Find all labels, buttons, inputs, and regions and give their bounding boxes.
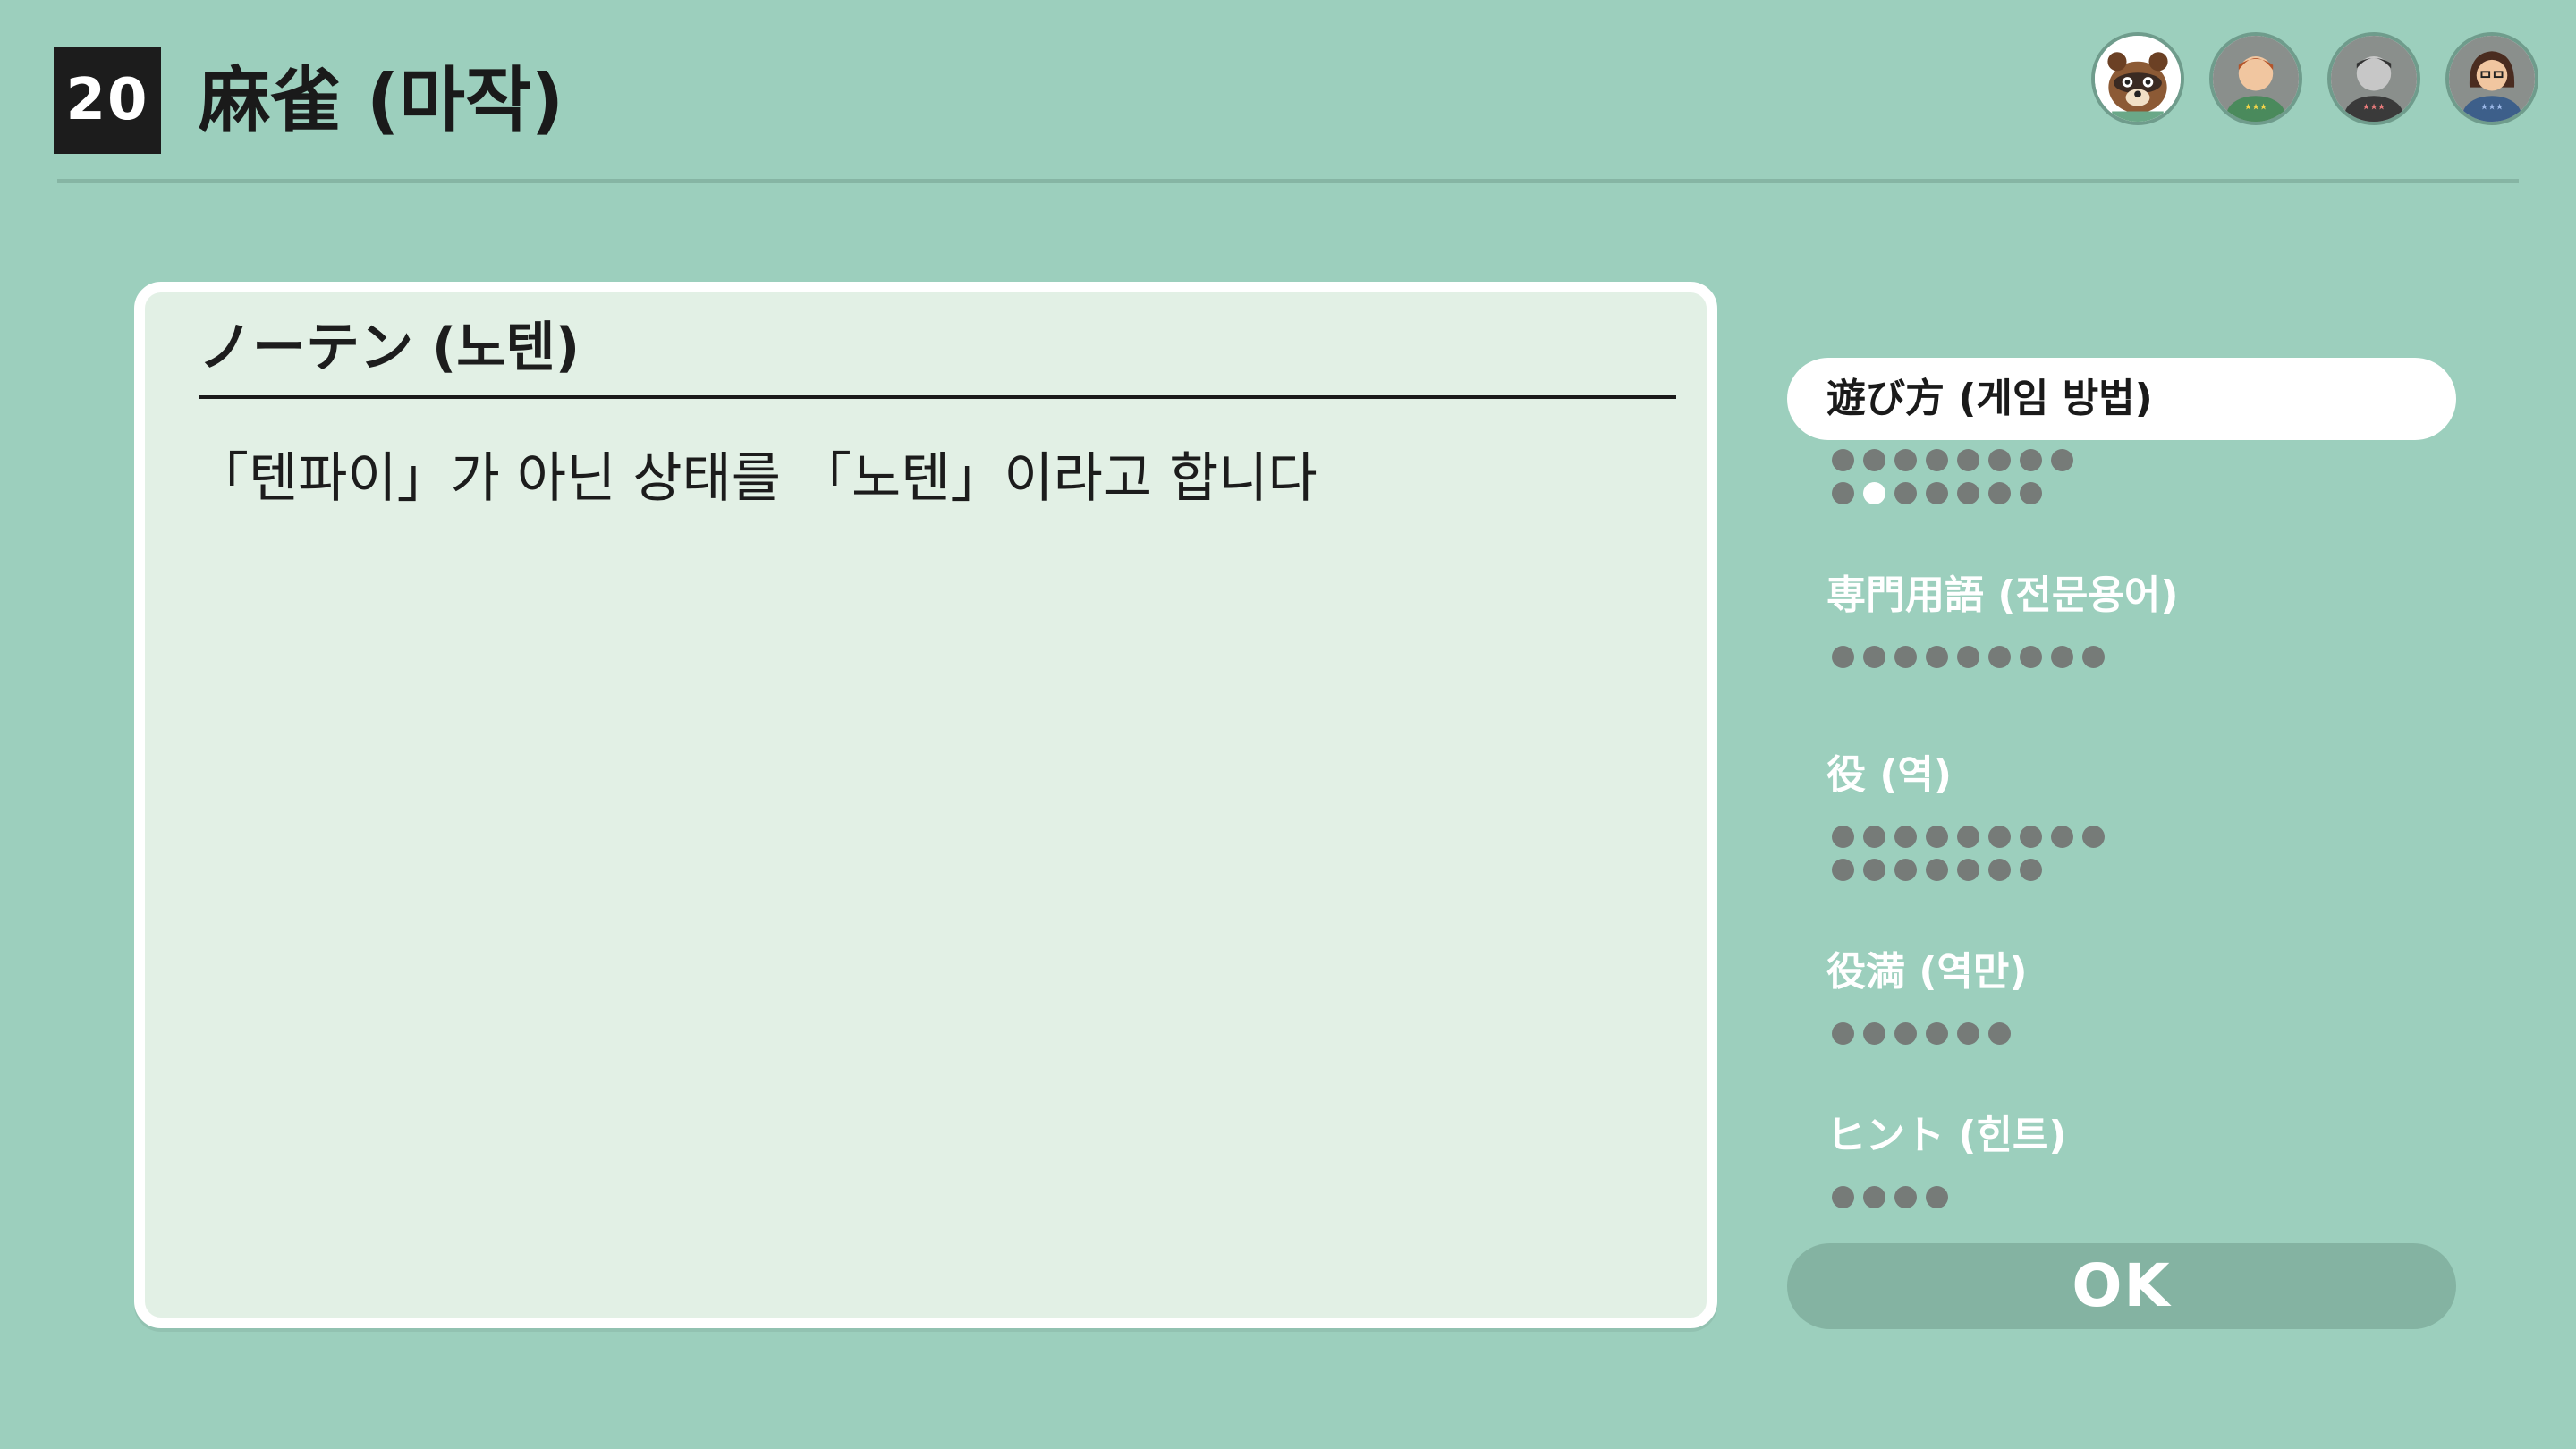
page-dot[interactable] bbox=[1832, 482, 1854, 504]
page-dot[interactable] bbox=[1926, 1022, 1948, 1045]
page-dot[interactable] bbox=[1894, 482, 1917, 504]
game-title: 麻雀 (마작) bbox=[199, 59, 564, 142]
tom-nook-avatar bbox=[2091, 32, 2184, 125]
player-avatar-2: ★★★ bbox=[2209, 32, 2302, 125]
raccoon-icon bbox=[2095, 36, 2181, 122]
page-dot[interactable] bbox=[1926, 449, 1948, 471]
svg-text:★★★: ★★★ bbox=[2480, 103, 2504, 113]
page-dot-current[interactable] bbox=[1863, 482, 1885, 504]
page-dot[interactable] bbox=[1988, 646, 2011, 668]
page-dot[interactable] bbox=[1957, 646, 1979, 668]
rules-category-menu: 遊び方 (게임 방법) 専門用語 (전문용어) 役 (역) 役満 (역만) ヒン… bbox=[1787, 358, 2456, 1219]
page-dot[interactable] bbox=[1926, 1186, 1948, 1208]
page-dot[interactable] bbox=[1926, 859, 1948, 881]
category-label[interactable]: 遊び方 (게임 방법) bbox=[1787, 358, 2456, 440]
page-dot[interactable] bbox=[1894, 449, 1917, 471]
page-dot[interactable] bbox=[1988, 482, 2011, 504]
person-icon: ★★★ bbox=[2331, 36, 2417, 122]
page-dot[interactable] bbox=[1832, 826, 1854, 848]
page-dot[interactable] bbox=[1863, 646, 1885, 668]
rule-description-panel: ノーテン (노텐) 「텐파이」가 아닌 상태를 「노텐」이라고 합니다 bbox=[134, 282, 1717, 1328]
page-dot[interactable] bbox=[1863, 1186, 1885, 1208]
page-dot[interactable] bbox=[2051, 449, 2073, 471]
page-dot[interactable] bbox=[2082, 646, 2105, 668]
page-dot[interactable] bbox=[1863, 1022, 1885, 1045]
page-dot[interactable] bbox=[1894, 1186, 1917, 1208]
category-yakuman[interactable]: 役満 (역만) bbox=[1787, 931, 2456, 1046]
page-dot[interactable] bbox=[1988, 859, 2011, 881]
page-dot[interactable] bbox=[1894, 646, 1917, 668]
page-dot[interactable] bbox=[1832, 449, 1854, 471]
page-dot[interactable] bbox=[1988, 826, 2011, 848]
page-dot[interactable] bbox=[1988, 1022, 2011, 1045]
page-dot[interactable] bbox=[1863, 859, 1885, 881]
rule-title: ノーテン (노텐) bbox=[199, 317, 580, 379]
person-icon: ★★★ bbox=[2213, 36, 2299, 122]
svg-text:★★★: ★★★ bbox=[2244, 103, 2267, 113]
page-dot[interactable] bbox=[1926, 826, 1948, 848]
player-list: ★★★ ★★★ ★★★ bbox=[2091, 32, 2538, 125]
game-number-badge: 20 bbox=[54, 47, 161, 154]
page-dot[interactable] bbox=[2020, 482, 2042, 504]
title-underline bbox=[199, 395, 1676, 399]
category-how-to-play[interactable]: 遊び方 (게임 방법) bbox=[1787, 358, 2456, 506]
player-avatar-4: ★★★ bbox=[2445, 32, 2538, 125]
category-label[interactable]: ヒント (힌트) bbox=[1787, 1095, 2456, 1177]
page-dot[interactable] bbox=[1957, 482, 1979, 504]
page-dot[interactable] bbox=[1926, 482, 1948, 504]
page-indicator bbox=[1787, 637, 2456, 670]
category-label[interactable]: 専門用語 (전문용어) bbox=[1787, 555, 2456, 637]
header-divider bbox=[57, 179, 2519, 183]
category-label[interactable]: 役 (역) bbox=[1787, 734, 2456, 817]
page-dot[interactable] bbox=[1957, 859, 1979, 881]
rule-description-text: 「텐파이」가 아닌 상태를 「노텐」이라고 합니다 bbox=[195, 447, 1318, 510]
page-dot[interactable] bbox=[2020, 859, 2042, 881]
page-dot[interactable] bbox=[1957, 449, 1979, 471]
page-dot[interactable] bbox=[1832, 1022, 1854, 1045]
page-dot[interactable] bbox=[1832, 1186, 1854, 1208]
page-indicator bbox=[1787, 1177, 2456, 1210]
ok-button[interactable]: OK bbox=[1787, 1243, 2456, 1329]
page-dot[interactable] bbox=[1988, 449, 2011, 471]
header-bar: 20 麻雀 (마작) ★★★ ★★★ ★★★ bbox=[0, 0, 2576, 183]
page-dot[interactable] bbox=[1894, 859, 1917, 881]
page-dot[interactable] bbox=[1832, 646, 1854, 668]
category-hints[interactable]: ヒント (힌트) bbox=[1787, 1095, 2456, 1210]
person-icon: ★★★ bbox=[2449, 36, 2535, 122]
page-dot[interactable] bbox=[2051, 646, 2073, 668]
page-dot[interactable] bbox=[2082, 826, 2105, 848]
page-indicator bbox=[1787, 817, 2456, 883]
category-label[interactable]: 役満 (역만) bbox=[1787, 931, 2456, 1013]
page-dot[interactable] bbox=[1863, 449, 1885, 471]
category-terminology[interactable]: 専門用語 (전문용어) bbox=[1787, 555, 2456, 670]
page-indicator bbox=[1787, 440, 2456, 506]
svg-text:★★★: ★★★ bbox=[2362, 103, 2385, 113]
page-indicator bbox=[1787, 1013, 2456, 1046]
page-dot[interactable] bbox=[1863, 826, 1885, 848]
page-dot[interactable] bbox=[1957, 1022, 1979, 1045]
page-dot[interactable] bbox=[2020, 646, 2042, 668]
page-dot[interactable] bbox=[1894, 826, 1917, 848]
page-dot[interactable] bbox=[1957, 826, 1979, 848]
page-dot[interactable] bbox=[2020, 449, 2042, 471]
page-dot[interactable] bbox=[1832, 859, 1854, 881]
category-yaku[interactable]: 役 (역) bbox=[1787, 734, 2456, 883]
player-avatar-3: ★★★ bbox=[2327, 32, 2420, 125]
page-dot[interactable] bbox=[1926, 646, 1948, 668]
page-dot[interactable] bbox=[1894, 1022, 1917, 1045]
page-dot[interactable] bbox=[2020, 826, 2042, 848]
page-dot[interactable] bbox=[2051, 826, 2073, 848]
